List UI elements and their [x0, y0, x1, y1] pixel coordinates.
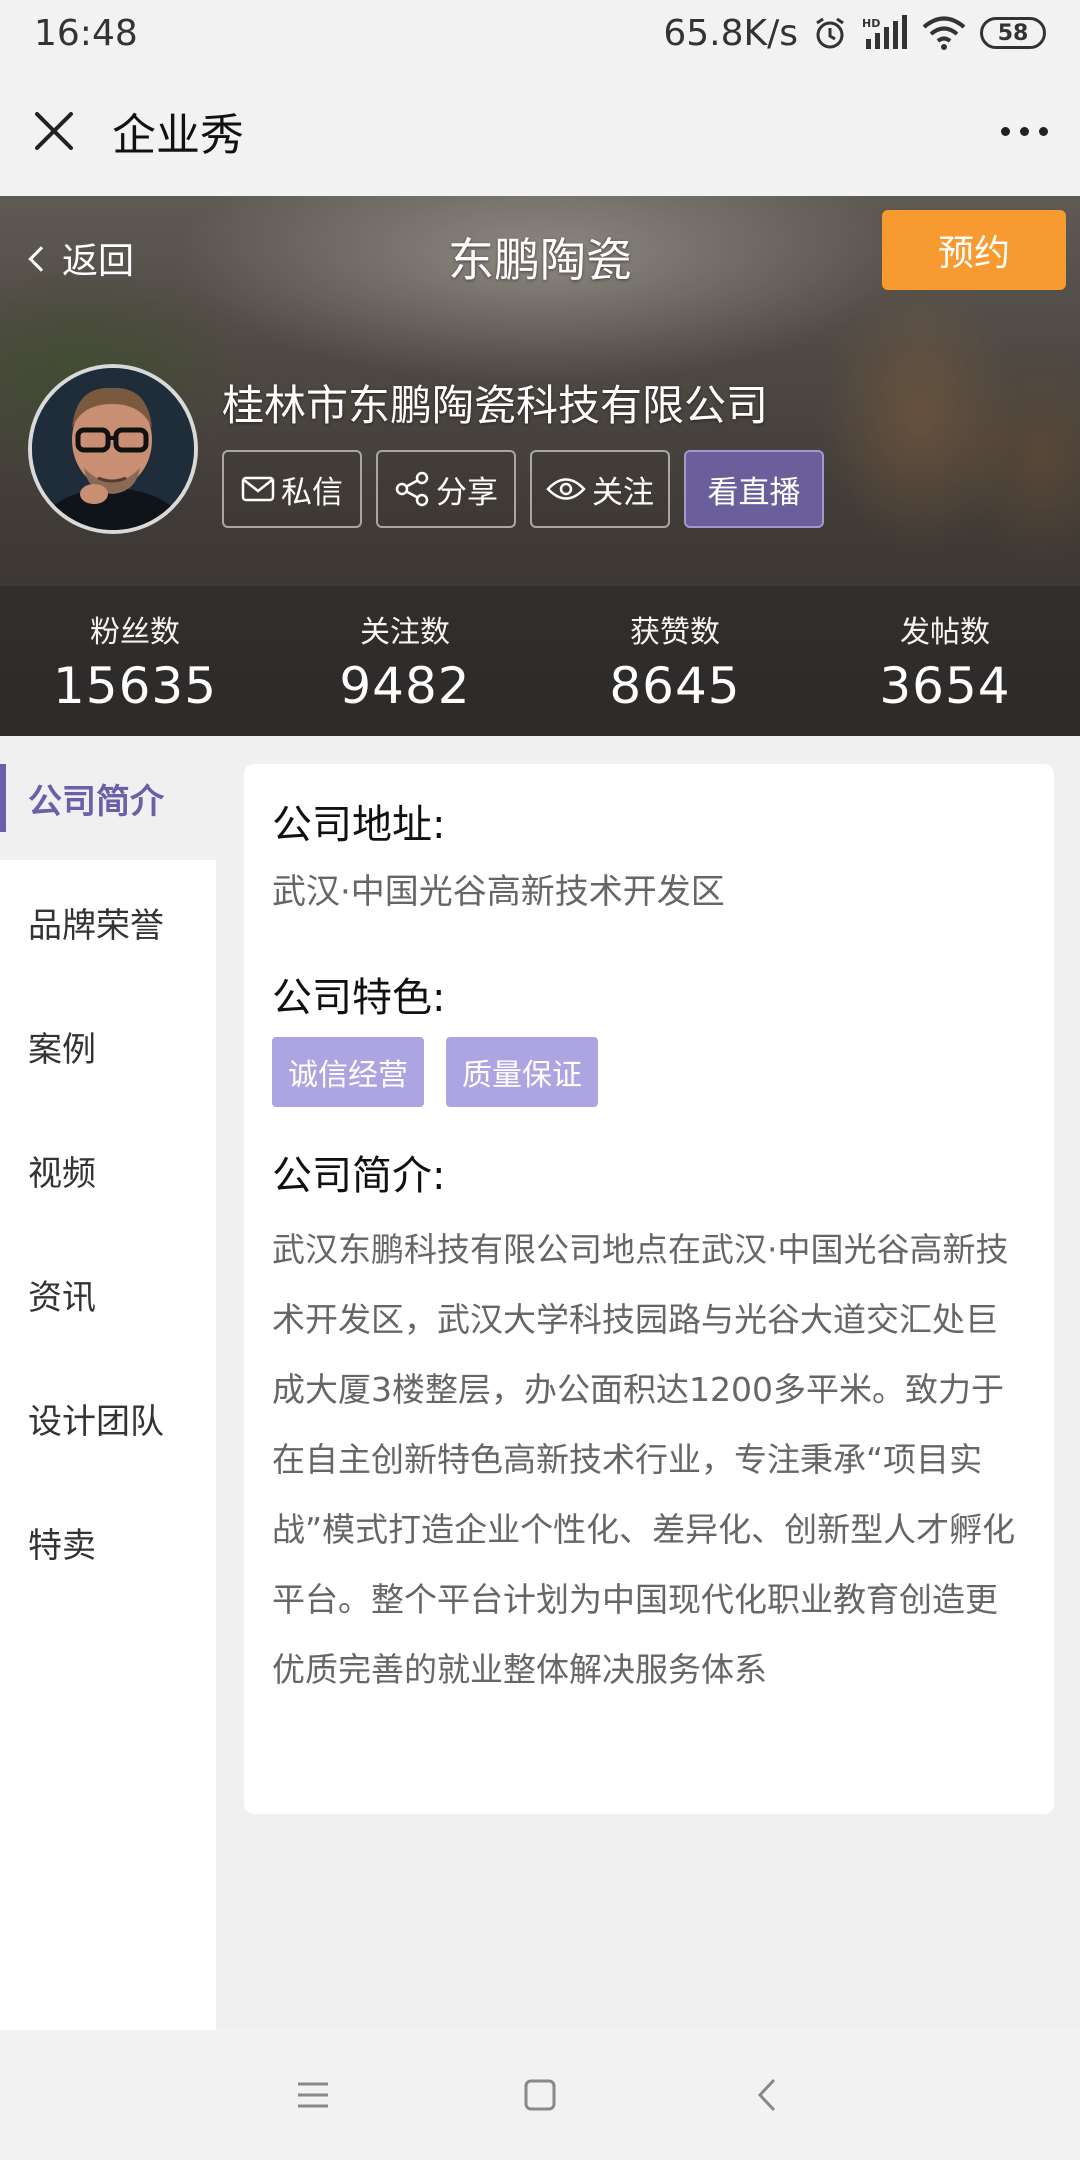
stat-following[interactable]: 关注数 9482	[270, 586, 540, 736]
watch-live-label: 看直播	[707, 474, 801, 511]
stat-label: 获赞数	[630, 615, 720, 650]
feature-tag: 诚信经营	[272, 1037, 424, 1107]
svg-text:HD: HD	[862, 17, 880, 30]
stat-likes[interactable]: 获赞数 8645	[540, 586, 810, 736]
system-nav-bar	[0, 2030, 1080, 2160]
back-arrow-icon	[757, 2078, 775, 2112]
back-nav-button[interactable]	[727, 2055, 807, 2135]
avatar[interactable]	[28, 364, 198, 534]
network-speed: 65.8K/s	[663, 12, 798, 54]
share-button[interactable]: 分享	[376, 450, 516, 528]
app-header: 企业秀	[0, 66, 1080, 196]
status-time: 16:48	[34, 12, 138, 54]
wifi-icon	[922, 16, 966, 50]
stat-posts[interactable]: 发帖数 3654	[810, 586, 1080, 736]
share-label: 分享	[436, 474, 498, 511]
menu-button[interactable]	[273, 2055, 353, 2135]
sidebar-item-design-team[interactable]: 设计团队	[0, 1356, 216, 1480]
hero-banner: 返回 东鹏陶瓷 预约 桂林市东鹏陶瓷科技有限公司 私信 分享 关注 看直播 粉丝…	[0, 196, 1080, 736]
company-info-card: 公司地址: 武汉·中国光谷高新技术开发区 公司特色: 诚信经营 质量保证 公司简…	[244, 764, 1054, 1814]
stat-value: 9482	[339, 657, 471, 715]
battery-level: 58	[997, 20, 1029, 46]
message-label: 私信	[281, 474, 343, 511]
follow-label: 关注	[592, 474, 654, 511]
alarm-icon	[812, 15, 848, 51]
stats-bar: 粉丝数 15635 关注数 9482 获赞数 8645 发帖数 3654	[0, 586, 1080, 736]
home-square-icon	[524, 2079, 556, 2111]
avatar-portrait-icon	[32, 368, 194, 530]
stat-label: 发帖数	[900, 615, 990, 650]
battery-icon: 58	[980, 17, 1046, 49]
address-title: 公司地址:	[272, 802, 446, 848]
action-row: 私信 分享 关注 看直播	[222, 450, 824, 528]
stat-value: 8645	[609, 657, 741, 715]
sidebar-item-company-intro[interactable]: 公司简介	[0, 736, 216, 860]
stat-label: 粉丝数	[90, 615, 180, 650]
sidebar-item-videos[interactable]: 视频	[0, 1108, 216, 1232]
hd-signal-icon: HD	[862, 15, 908, 51]
message-button[interactable]: 私信	[222, 450, 362, 528]
stat-value: 3654	[879, 657, 1011, 715]
watch-live-button[interactable]: 看直播	[684, 450, 824, 528]
home-button[interactable]	[500, 2055, 580, 2135]
stat-label: 关注数	[360, 615, 450, 650]
sidebar-item-sale[interactable]: 特卖	[0, 1480, 216, 1604]
features-title: 公司特色:	[272, 975, 446, 1021]
stat-fans[interactable]: 粉丝数 15635	[0, 586, 270, 736]
sidebar-item-news[interactable]: 资讯	[0, 1232, 216, 1356]
sidebar: 公司简介 品牌荣誉 案例 视频 资讯 设计团队 特卖	[0, 736, 216, 2030]
sidebar-item-cases[interactable]: 案例	[0, 984, 216, 1108]
intro-text: 武汉东鹏科技有限公司地点在武汉·中国光谷高新技术开发区，武汉大学科技园路与光谷大…	[272, 1230, 1016, 1689]
page-title: 企业秀	[112, 110, 244, 161]
back-label: 返回	[62, 241, 135, 282]
company-name: 桂林市东鹏陶瓷科技有限公司	[222, 381, 769, 430]
status-icons: 65.8K/s HD 58	[663, 13, 1046, 54]
feature-tag: 质量保证	[446, 1037, 598, 1107]
reserve-button[interactable]: 预约	[882, 210, 1066, 290]
status-bar: 16:48 65.8K/s HD 58	[0, 0, 1080, 66]
follow-button[interactable]: 关注	[530, 450, 670, 528]
back-button[interactable]: 返回	[28, 232, 135, 284]
menu-icon	[298, 2082, 329, 2108]
sidebar-item-brand-honors[interactable]: 品牌荣誉	[0, 860, 216, 984]
close-icon[interactable]	[32, 109, 76, 153]
eye-icon	[546, 478, 586, 500]
intro-title: 公司简介:	[272, 1153, 446, 1199]
share-icon	[395, 471, 429, 507]
feature-tags: 诚信经营 质量保证	[272, 1037, 1026, 1107]
address-text: 武汉·中国光谷高新技术开发区	[272, 872, 725, 912]
more-icon[interactable]	[1001, 117, 1048, 146]
chevron-left-icon	[28, 246, 54, 272]
mail-icon	[241, 476, 275, 502]
stat-value: 15635	[52, 657, 218, 715]
